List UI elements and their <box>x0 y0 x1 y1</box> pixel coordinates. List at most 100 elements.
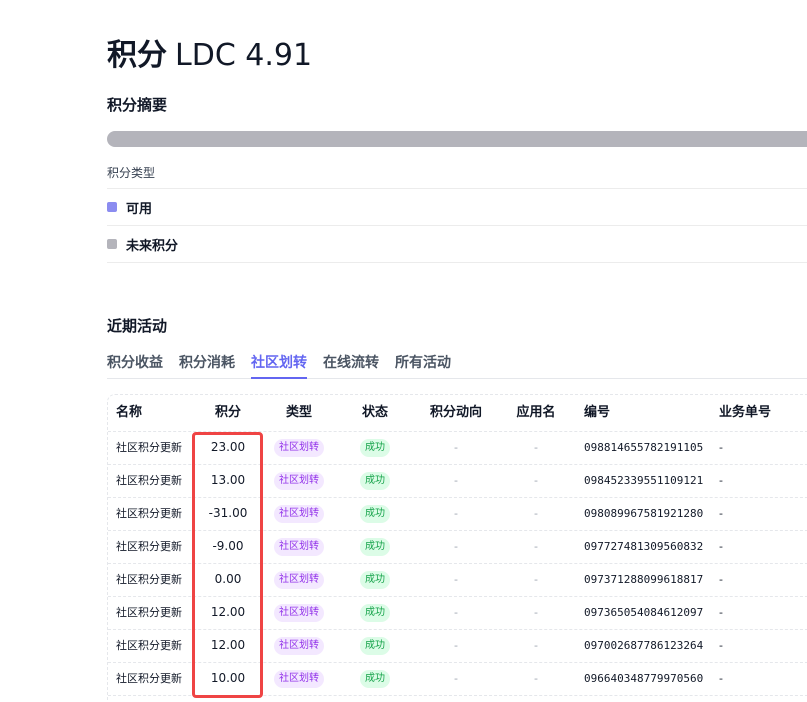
tab-earnings[interactable]: 积分收益 <box>107 344 163 377</box>
row-biz: - <box>719 507 723 520</box>
activity-title: 近期活动 <box>107 317 168 335</box>
table-row[interactable]: 社区积分更新 10.00 社区划转 成功 - - 096640348779970560 - <box>108 662 807 696</box>
table-row[interactable]: 社区积分更新 12.00 社区划转 成功 - - 097365054084612097 - <box>108 596 807 630</box>
row-type-cell: 社区划转 <box>273 596 325 629</box>
column-header-points: 积分 <box>214 405 241 420</box>
row-name: 社区积分更新 <box>116 606 182 619</box>
row-app: - <box>534 441 538 454</box>
page-title-balance: LDC 4.91 <box>175 38 313 73</box>
row-type-cell: 社区划转 <box>273 629 325 662</box>
row-id: 097002687786123264 <box>584 639 704 652</box>
row-id: 096640348779970560 <box>584 672 704 685</box>
page-title-main: 积分 <box>107 38 167 73</box>
row-app: - <box>534 573 538 586</box>
row-app: - <box>534 540 538 553</box>
row-app: - <box>534 474 538 487</box>
row-status-cell: 成功 <box>356 662 394 695</box>
tab-community-transfer[interactable]: 社区划转 <box>251 344 307 379</box>
row-points: 12.00 <box>210 605 246 619</box>
row-biz: - <box>719 573 723 586</box>
row-direction: - <box>454 540 458 553</box>
row-direction: - <box>454 573 458 586</box>
row-app: - <box>534 672 538 685</box>
row-points: 10.00 <box>210 671 246 685</box>
table-row[interactable]: 社区积分更新 12.00 社区划转 成功 - - 097002687786123264 - <box>108 629 807 663</box>
row-type-cell: 社区划转 <box>273 662 325 695</box>
row-direction: - <box>454 672 458 685</box>
legend-header: 积分类型 <box>107 166 156 180</box>
row-status-cell: 成功 <box>356 563 394 596</box>
table-row[interactable]: 社区积分更新 0.00 社区划转 成功 - - 097371288099618817 - <box>108 563 807 597</box>
row-biz: - <box>719 474 723 487</box>
row-biz: - <box>719 606 723 619</box>
row-type-cell: 社区划转 <box>273 530 325 563</box>
column-header-status: 状态 <box>361 405 388 420</box>
row-id: 098814655782191105 <box>584 441 704 454</box>
row-name: 社区积分更新 <box>116 672 182 685</box>
legend-label-future: 未来积分 <box>126 238 179 254</box>
row-direction: - <box>454 474 458 487</box>
type-badge: 社区划转 <box>274 670 324 688</box>
row-name: 社区积分更新 <box>116 540 182 553</box>
row-name: 社区积分更新 <box>116 639 182 652</box>
status-badge: 成功 <box>360 538 390 556</box>
row-id: 098452339551109121 <box>584 474 704 487</box>
row-points: -31.00 <box>208 506 248 520</box>
tab-all-activity[interactable]: 所有活动 <box>395 344 451 377</box>
legend-row-available: 可用 <box>107 188 807 225</box>
row-biz: - <box>719 540 723 553</box>
row-points: 0.00 <box>214 572 242 586</box>
row-status-cell: 成功 <box>356 530 394 563</box>
type-badge: 社区划转 <box>274 505 324 523</box>
activity-table: 名称 积分 类型 状态 积分动向 应用名 编号 业务单号 社区积分更新 23.00… <box>107 394 807 702</box>
status-badge: 成功 <box>360 439 390 457</box>
row-id: 097371288099618817 <box>584 573 704 586</box>
row-type-cell: 社区划转 <box>273 563 325 596</box>
row-biz: - <box>719 672 723 685</box>
table-row[interactable]: 社区积分更新 13.00 社区划转 成功 - - 098452339551109121 - <box>108 464 807 498</box>
status-badge: 成功 <box>360 505 390 523</box>
tab-spending[interactable]: 积分消耗 <box>179 344 235 377</box>
row-id: 097727481309560832 <box>584 540 704 553</box>
row-type-cell: 社区划转 <box>273 497 325 530</box>
tab-online-flow[interactable]: 在线流转 <box>323 344 379 377</box>
page: 积分 LDC 4.91 积分摘要 积分类型 可用 未来积分 近期活动 积分收益 积… <box>0 0 807 702</box>
legend-row-future: 未来积分 <box>107 225 807 263</box>
row-status-cell: 成功 <box>356 464 394 497</box>
table-row[interactable]: 社区积分更新 -9.00 社区划转 成功 - - 097727481309560832 - <box>108 530 807 564</box>
activity-tabs: 积分收益 积分消耗 社区划转 在线流转 所有活动 <box>107 344 807 379</box>
page-title: 积分 LDC 4.91 <box>107 30 312 74</box>
row-status-cell: 成功 <box>356 497 394 530</box>
column-header-biz: 业务单号 <box>719 405 772 420</box>
type-badge: 社区划转 <box>274 472 324 490</box>
row-name: 社区积分更新 <box>116 441 182 454</box>
type-badge: 社区划转 <box>274 604 324 622</box>
status-badge: 成功 <box>360 472 390 490</box>
row-biz: - <box>719 639 723 652</box>
table-row[interactable]: 社区积分更新 -31.00 社区划转 成功 - - 098089967581921280 - <box>108 497 807 531</box>
row-biz: - <box>719 441 723 454</box>
row-direction: - <box>454 441 458 454</box>
row-points: 13.00 <box>210 473 246 487</box>
row-app: - <box>534 639 538 652</box>
row-name: 社区积分更新 <box>116 474 182 487</box>
legend-swatch-available <box>107 202 117 212</box>
type-badge: 社区划转 <box>274 637 324 655</box>
row-status-cell: 成功 <box>356 629 394 662</box>
row-app: - <box>534 606 538 619</box>
table-header-row: 名称 积分 类型 状态 积分动向 应用名 编号 业务单号 <box>108 395 807 432</box>
row-id: 098089967581921280 <box>584 507 704 520</box>
row-status-cell: 成功 <box>356 596 394 629</box>
type-badge: 社区划转 <box>274 538 324 556</box>
column-header-id: 编号 <box>584 405 611 420</box>
row-type-cell: 社区划转 <box>273 464 325 497</box>
table-row[interactable]: 社区积分更新 23.00 社区划转 成功 - - 098814655782191105 - <box>108 431 807 465</box>
row-type-cell: 社区划转 <box>273 431 325 464</box>
column-header-direction: 积分动向 <box>429 405 482 420</box>
row-name: 社区积分更新 <box>116 573 182 586</box>
status-badge: 成功 <box>360 604 390 622</box>
type-badge: 社区划转 <box>274 439 324 457</box>
points-progress-bar <box>107 131 807 147</box>
legend-swatch-future <box>107 239 117 249</box>
type-badge: 社区划转 <box>274 571 324 589</box>
